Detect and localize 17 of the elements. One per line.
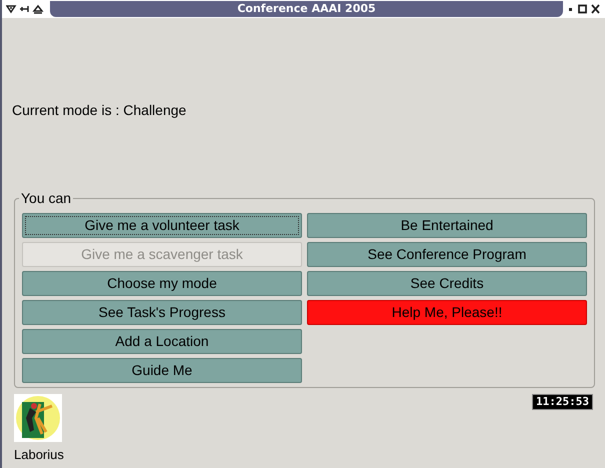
mode-text: Current mode is : Challenge — [12, 101, 188, 118]
action-button[interactable]: Choose my mode — [22, 271, 302, 296]
window-title: Conference AAAI 2005 — [50, 1, 563, 17]
action-button[interactable]: See Conference Program — [307, 242, 587, 267]
window-controls-icons[interactable] — [567, 4, 601, 14]
action-button[interactable]: Help Me, Please!! — [307, 300, 587, 325]
action-button[interactable]: Give me a volunteer task — [22, 213, 302, 238]
action-button[interactable]: Add a Location — [22, 329, 302, 354]
window-menu-icons[interactable] — [6, 4, 46, 14]
action-button[interactable]: See Credits — [307, 271, 587, 296]
robot-logo — [14, 394, 62, 442]
group-title: You can — [19, 190, 74, 206]
logo-caption: Laborius — [14, 446, 64, 464]
action-button[interactable]: Be Entertained — [307, 213, 587, 238]
action-button[interactable]: See Task's Progress — [22, 300, 302, 325]
digital-clock: 11:25:53 — [532, 394, 593, 410]
action-button[interactable]: Guide Me — [22, 358, 302, 383]
